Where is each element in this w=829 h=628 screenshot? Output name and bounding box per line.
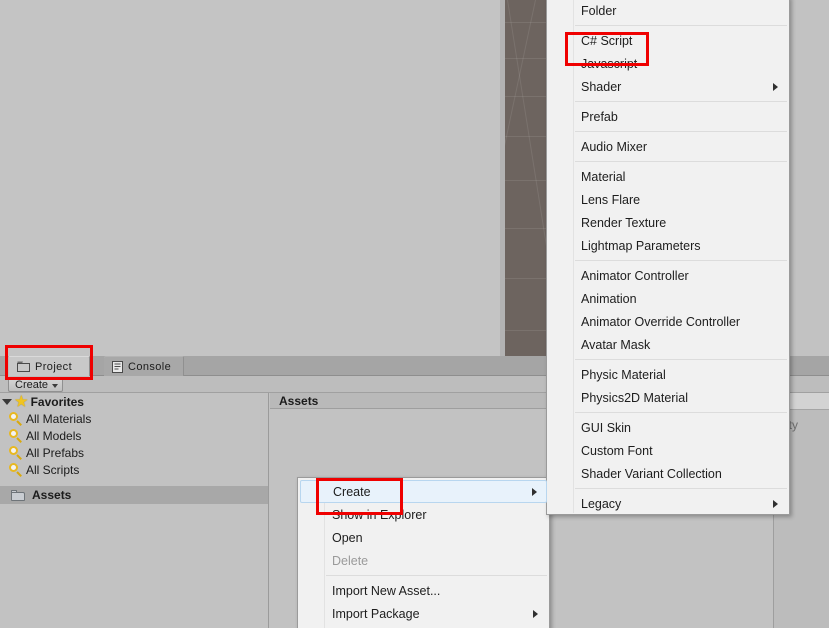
menu-item-import-package[interactable]: Import Package [298, 602, 549, 625]
menu-separator [575, 488, 787, 489]
menu-separator [575, 359, 787, 360]
scene-view-3d-viewport[interactable] [505, 0, 546, 356]
project-tree-panel[interactable]: ★ Favorites All Materials All Models All… [0, 393, 269, 628]
menu-item-create[interactable]: Create [300, 480, 547, 503]
submenu-item-legacy-label: Legacy [581, 496, 622, 511]
menu-item-create-label: Create [333, 484, 371, 499]
tree-item-all-models[interactable]: All Models [0, 427, 268, 444]
folder-icon [11, 490, 25, 501]
chevron-right-icon [532, 487, 537, 496]
submenu-item-custom-font-label: Custom Font [581, 443, 653, 458]
submenu-item-audio-mixer[interactable]: Audio Mixer [547, 135, 789, 158]
menu-separator [326, 575, 547, 576]
submenu-item-shader-variant-collection[interactable]: Shader Variant Collection [547, 462, 789, 485]
tree-item-all-prefabs[interactable]: All Prefabs [0, 444, 268, 461]
folder-icon [17, 361, 30, 372]
search-icon [8, 428, 24, 443]
submenu-item-custom-font[interactable]: Custom Font [547, 439, 789, 462]
submenu-item-animation[interactable]: Animation [547, 287, 789, 310]
submenu-item-audio-mixer-label: Audio Mixer [581, 139, 647, 154]
submenu-item-material[interactable]: Material [547, 165, 789, 188]
menu-separator [575, 260, 787, 261]
submenu-item-folder-label: Folder [581, 3, 617, 18]
submenu-item-physics2d-material-label: Physics2D Material [581, 390, 688, 405]
console-icon [112, 360, 123, 373]
menu-item-open-label: Open [332, 530, 363, 545]
tab-project-label: Project [35, 360, 73, 373]
create-submenu[interactable]: Folder C# Script Javascript Shader Prefa… [546, 0, 790, 515]
menu-item-delete: Delete [298, 549, 549, 572]
menu-separator [575, 131, 787, 132]
menu-separator [575, 101, 787, 102]
tab-project[interactable]: Project [8, 356, 90, 376]
tree-item-all-models-label: All Models [26, 428, 82, 443]
tab-console-label: Console [128, 360, 172, 373]
disclosure-triangle-icon[interactable] [2, 398, 12, 405]
create-dropdown-label: Create [15, 378, 49, 391]
submenu-item-material-label: Material [581, 169, 626, 184]
submenu-item-gui-skin-label: GUI Skin [581, 420, 632, 435]
submenu-item-javascript-label: Javascript [581, 56, 638, 71]
submenu-item-lightmap-parameters[interactable]: Lightmap Parameters [547, 234, 789, 257]
menu-item-import-package-label: Import Package [332, 606, 420, 621]
search-icon [8, 411, 24, 426]
search-icon [8, 462, 24, 477]
menu-separator [575, 25, 787, 26]
tree-item-favorites-label: Favorites [30, 394, 84, 409]
submenu-item-csharp-script[interactable]: C# Script [547, 29, 789, 52]
tab-console[interactable]: Console [104, 356, 184, 376]
menu-item-open[interactable]: Open [298, 526, 549, 549]
chevron-down-icon [52, 384, 59, 388]
submenu-item-render-texture[interactable]: Render Texture [547, 211, 789, 234]
submenu-item-physics2d-material[interactable]: Physics2D Material [547, 386, 789, 409]
submenu-item-shader-label: Shader [581, 79, 622, 94]
submenu-item-animator-controller-label: Animator Controller [581, 268, 689, 283]
menu-item-show-in-explorer-label: Show in Explorer [332, 507, 427, 522]
menu-separator [575, 412, 787, 413]
tree-item-assets[interactable]: Assets [0, 486, 268, 504]
submenu-item-animator-override-controller[interactable]: Animator Override Controller [547, 310, 789, 333]
menu-item-import-new-asset-label: Import New Asset... [332, 583, 441, 598]
submenu-item-shader-variant-collection-label: Shader Variant Collection [581, 466, 722, 481]
submenu-item-avatar-mask[interactable]: Avatar Mask [547, 333, 789, 356]
menu-item-delete-label: Delete [332, 553, 369, 568]
tree-item-all-scripts-label: All Scripts [26, 462, 80, 477]
chevron-right-icon [773, 82, 778, 91]
star-icon: ★ [15, 393, 28, 409]
scene-view-panel[interactable] [0, 0, 504, 356]
submenu-item-legacy[interactable]: Legacy [547, 492, 789, 515]
search-icon [8, 445, 24, 460]
submenu-item-physic-material[interactable]: Physic Material [547, 363, 789, 386]
submenu-item-physic-material-label: Physic Material [581, 367, 666, 382]
submenu-item-lens-flare-label: Lens Flare [581, 192, 641, 207]
create-dropdown-button[interactable]: Create [8, 377, 64, 392]
submenu-item-prefab-label: Prefab [581, 109, 618, 124]
tree-item-all-prefabs-label: All Prefabs [26, 445, 85, 460]
submenu-item-animator-controller[interactable]: Animator Controller [547, 264, 789, 287]
submenu-item-shader[interactable]: Shader [547, 75, 789, 98]
submenu-item-prefab[interactable]: Prefab [547, 105, 789, 128]
submenu-item-lightmap-parameters-label: Lightmap Parameters [581, 238, 701, 253]
submenu-item-folder[interactable]: Folder [547, 0, 789, 22]
menu-item-import-new-asset[interactable]: Import New Asset... [298, 579, 549, 602]
tree-item-favorites[interactable]: ★ Favorites [0, 393, 268, 410]
chevron-right-icon [533, 609, 538, 618]
tree-item-all-scripts[interactable]: All Scripts [0, 461, 268, 478]
tree-item-all-materials-label: All Materials [26, 411, 92, 426]
unity-editor-screenshot: Project Console Create ★ Favorites All M… [0, 0, 829, 628]
assets-breadcrumb-label: Assets [279, 393, 319, 408]
submenu-item-csharp-script-label: C# Script [581, 33, 633, 48]
chevron-right-icon [773, 499, 778, 508]
submenu-item-animator-override-controller-label: Animator Override Controller [581, 314, 741, 329]
submenu-item-gui-skin[interactable]: GUI Skin [547, 416, 789, 439]
tree-item-all-materials[interactable]: All Materials [0, 410, 268, 427]
menu-separator [575, 161, 787, 162]
submenu-item-javascript[interactable]: Javascript [547, 52, 789, 75]
menu-item-show-in-explorer[interactable]: Show in Explorer [298, 503, 549, 526]
submenu-item-avatar-mask-label: Avatar Mask [581, 337, 651, 352]
submenu-item-animation-label: Animation [581, 291, 637, 306]
submenu-item-render-texture-label: Render Texture [581, 215, 667, 230]
asset-context-menu[interactable]: Create Show in Explorer Open Delete Impo… [297, 477, 550, 628]
submenu-item-lens-flare[interactable]: Lens Flare [547, 188, 789, 211]
